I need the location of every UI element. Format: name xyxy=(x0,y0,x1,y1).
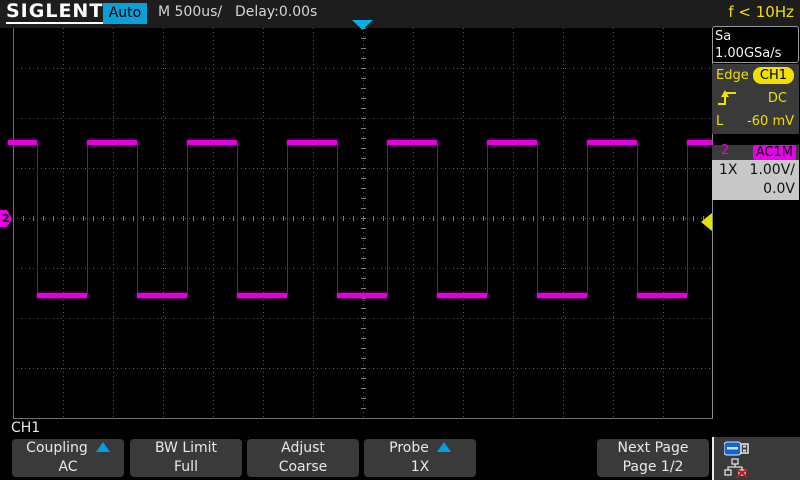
trace-edge xyxy=(37,142,38,296)
gridline xyxy=(412,28,414,418)
trigger-source-badge: CH1 xyxy=(752,67,794,84)
softkey-value: AC xyxy=(58,459,78,475)
softkey-label: Probe xyxy=(389,440,429,456)
ch2-info-header: 2 AC1M xyxy=(712,143,799,160)
gridline xyxy=(162,28,164,418)
trace-edge xyxy=(137,142,138,296)
frequency-counter: f < 10Hz xyxy=(728,3,794,21)
acquisition-info-box: Sa 1.00GSa/s Curr 7.00Mpts xyxy=(712,26,799,95)
gridline xyxy=(462,28,464,418)
trigger-level-marker[interactable] xyxy=(701,213,712,231)
gridline xyxy=(512,28,514,418)
gridline xyxy=(612,28,614,418)
menu-title-channel: CH1 xyxy=(11,420,41,436)
trace-edge xyxy=(487,142,488,296)
siglent-logo: SIGLENT xyxy=(6,0,106,24)
trace-low-segment xyxy=(537,292,587,298)
gridline xyxy=(312,28,314,418)
trace-high-segment xyxy=(587,139,637,145)
trace-high-segment xyxy=(87,139,137,145)
timebase-readout[interactable]: M 500us/ xyxy=(158,4,222,20)
ch2-coupling-badge: AC1M xyxy=(752,145,796,160)
softkey-value: Full xyxy=(174,459,198,475)
trace-edge xyxy=(637,142,638,296)
usb-icon xyxy=(724,441,749,456)
softkey-coupling[interactable]: Coupling AC xyxy=(12,439,124,477)
trace-high-segment xyxy=(187,139,237,145)
trace-low-segment xyxy=(137,292,187,298)
trigger-type-row: Edge CH1 xyxy=(712,64,799,87)
up-arrow-icon xyxy=(436,442,451,452)
trace-edge xyxy=(237,142,238,296)
status-icon-panel xyxy=(712,437,800,480)
softkey-probe[interactable]: Probe 1X xyxy=(364,439,476,477)
trigger-delay-readout[interactable]: Delay:0.00s xyxy=(235,4,317,20)
softkey-value: Coarse xyxy=(278,459,328,475)
graticule-edge xyxy=(12,28,14,418)
trace-high-segment xyxy=(487,139,537,145)
gridline xyxy=(262,28,264,418)
trace-edge xyxy=(387,142,388,296)
oscilloscope-screen: SIGLENT Auto M 500us/ Delay:0.00s f < 10… xyxy=(0,0,800,480)
softkey-value: Page 1/2 xyxy=(622,459,684,475)
trigger-level-value: -60 mV xyxy=(747,114,794,129)
trace-low-segment xyxy=(237,292,287,298)
trace-edge xyxy=(437,142,438,296)
trace-edge xyxy=(337,142,338,296)
trace-edge xyxy=(537,142,538,296)
acquisition-mode-badge[interactable]: Auto xyxy=(103,3,147,24)
ch2-scale: 1.00V/ xyxy=(749,162,795,178)
softkey-label: Next Page xyxy=(617,440,689,456)
trigger-type: Edge xyxy=(716,68,749,83)
ch2-attenuation: 1X xyxy=(719,162,738,178)
trace-low-segment xyxy=(437,292,487,298)
trace-low-segment xyxy=(337,292,387,298)
ch2-offset: 0.0V xyxy=(763,181,795,197)
trace-high-segment xyxy=(687,139,712,145)
trace-high-segment xyxy=(387,139,437,145)
gridline xyxy=(62,28,64,418)
softkey-label: Adjust xyxy=(281,440,325,456)
gridline xyxy=(562,28,564,418)
ch2-number: 2 xyxy=(721,143,730,158)
trigger-info-box: Edge CH1 DC L -60 mV xyxy=(712,64,799,134)
gridline xyxy=(212,28,214,418)
trigger-level-row: L -60 mV xyxy=(712,110,799,133)
lan-disconnected-icon xyxy=(724,458,748,478)
ch2-level-marker[interactable]: 2 xyxy=(0,210,12,227)
trigger-level-label: L xyxy=(716,114,724,129)
header-bar: SIGLENT Auto M 500us/ Delay:0.00s f < 10… xyxy=(0,0,800,28)
up-arrow-icon xyxy=(95,442,110,452)
trace-edge xyxy=(87,142,88,296)
trace-high-segment xyxy=(287,139,337,145)
softkey-label: Coupling xyxy=(26,440,88,456)
softkey-next-page[interactable]: Next Page Page 1/2 xyxy=(597,439,709,477)
gridline xyxy=(360,28,366,418)
softkey-label: BW Limit xyxy=(154,440,218,456)
graticule-edge xyxy=(12,418,713,419)
trace-low-segment xyxy=(637,292,687,298)
trace-edge xyxy=(687,142,688,296)
gridline xyxy=(662,28,664,418)
trace-low-segment xyxy=(37,292,87,298)
trigger-coupling: DC xyxy=(767,91,787,106)
ch2-info-box: 1X 1.00V/ 0.0V xyxy=(712,160,799,200)
trace-high-segment xyxy=(8,139,37,145)
trace-edge xyxy=(287,142,288,296)
gridline xyxy=(112,28,114,418)
trigger-slope-row: DC xyxy=(712,87,799,110)
sample-rate: Sa 1.00GSa/s xyxy=(715,29,782,61)
trace-edge xyxy=(187,142,188,296)
softkey-adjust[interactable]: Adjust Coarse xyxy=(247,439,359,477)
softkey-value: 1X xyxy=(410,459,430,475)
trace-edge xyxy=(587,142,588,296)
softkey-bw-limit[interactable]: BW Limit Full xyxy=(130,439,242,477)
